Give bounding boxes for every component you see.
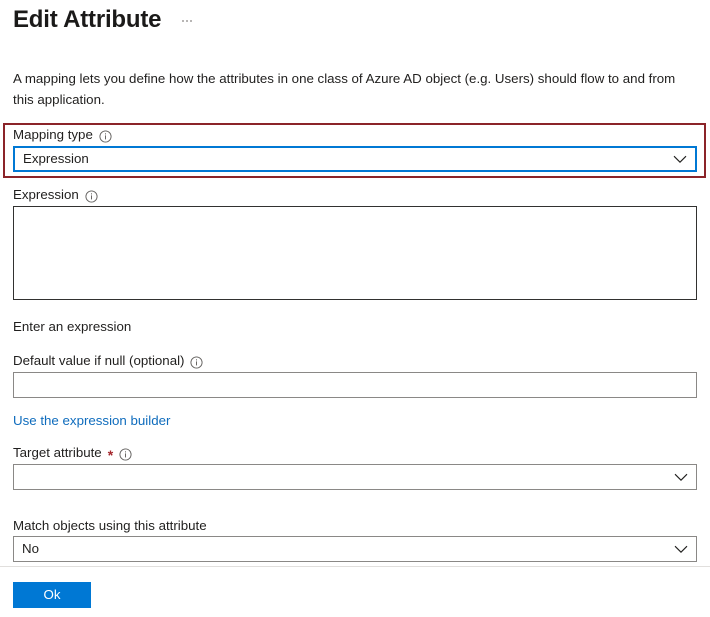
match-objects-label: Match objects using this attribute — [13, 517, 207, 535]
ok-button[interactable]: Ok — [13, 582, 91, 608]
page-title: Edit Attribute — [13, 4, 161, 36]
more-options-icon[interactable] — [179, 16, 195, 26]
default-value-label-text: Default value if null (optional) — [13, 352, 184, 370]
target-attribute-label: Target attribute * — [13, 444, 132, 462]
page-header: Edit Attribute — [13, 4, 195, 36]
mapping-type-label: Mapping type — [13, 126, 112, 144]
chevron-down-icon — [674, 545, 688, 554]
mapping-type-label-text: Mapping type — [13, 126, 93, 144]
info-icon[interactable] — [99, 130, 112, 143]
target-attribute-label-text: Target attribute — [13, 444, 102, 462]
mapping-type-value: Expression — [23, 150, 673, 168]
target-attribute-select[interactable] — [13, 464, 697, 490]
expression-textarea[interactable] — [13, 206, 697, 300]
info-icon[interactable] — [85, 190, 98, 203]
ellipsis-dot — [182, 20, 184, 22]
default-value-label: Default value if null (optional) — [13, 352, 203, 370]
default-value-input[interactable] — [13, 372, 697, 398]
expression-label: Expression — [13, 186, 98, 204]
chevron-down-icon — [674, 473, 688, 482]
footer-divider — [0, 566, 710, 567]
chevron-down-icon — [673, 155, 687, 164]
info-icon[interactable] — [190, 356, 203, 369]
expression-helper-text: Enter an expression — [13, 318, 131, 336]
match-objects-select[interactable]: No — [13, 536, 697, 562]
match-objects-label-text: Match objects using this attribute — [13, 517, 207, 535]
expression-builder-link[interactable]: Use the expression builder — [13, 412, 170, 430]
mapping-type-select[interactable]: Expression — [13, 146, 697, 172]
expression-label-text: Expression — [13, 186, 79, 204]
description-text: A mapping lets you define how the attrib… — [13, 68, 685, 110]
required-asterisk: * — [108, 449, 113, 461]
match-objects-value: No — [22, 540, 674, 558]
info-icon[interactable] — [119, 448, 132, 461]
ellipsis-dot — [186, 20, 188, 22]
ellipsis-dot — [190, 20, 192, 22]
